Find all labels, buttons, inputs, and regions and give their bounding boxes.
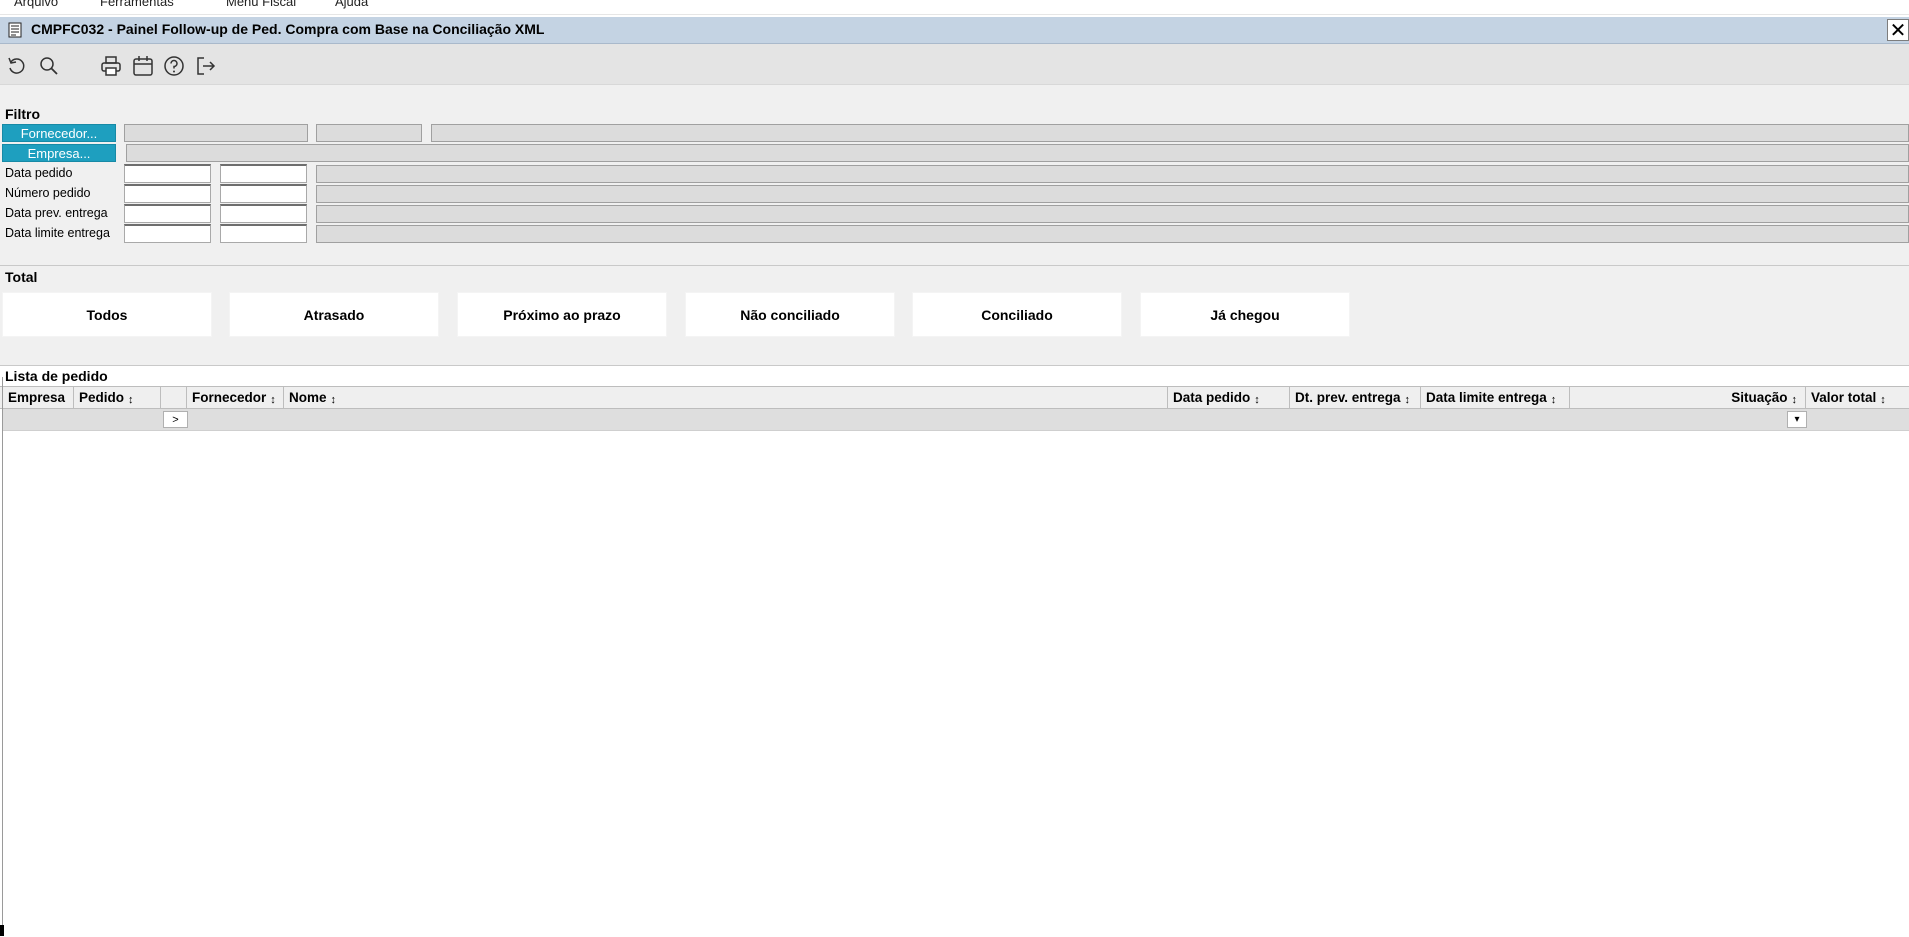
total-panel: Total Todos Atrasado Próximo ao prazo Nã… [0,265,1909,366]
close-button[interactable]: ✕ [1887,19,1909,42]
fornecedor-name-field [431,124,1909,142]
sort-icon[interactable]: ↕ [1254,394,1260,406]
sort-icon[interactable]: ↕ [270,394,276,406]
menu-bar: Arquivo Ferramentas Menu Fiscal Ajuda [0,0,1909,15]
col-data-pedido[interactable]: Data pedido ↕ [1168,387,1290,408]
row-cursor-icon[interactable]: > [163,411,188,428]
data-prev-entrega-from-input[interactable] [124,204,211,223]
total-card-ja-chegou[interactable]: Já chegou [1140,292,1350,337]
total-card-todos[interactable]: Todos [2,292,212,337]
menu-arquivo[interactable]: Arquivo [14,0,58,9]
refresh-icon[interactable] [6,55,28,77]
data-pedido-label: Data pedido [5,166,73,180]
total-card-proximo-prazo[interactable]: Próximo ao prazo [457,292,667,337]
table-row[interactable]: > ▾ [3,409,1909,431]
sort-icon[interactable]: ↕ [1792,394,1798,406]
sort-icon[interactable]: ↕ [1551,394,1557,406]
col-dt-prev-entrega[interactable]: Dt. prev. entrega ↕ [1290,387,1421,408]
numero-pedido-from-input[interactable] [124,184,211,203]
menu-ferramentas[interactable]: Ferramentas [100,0,174,9]
empresa-field [126,144,1909,162]
fornecedor-doc-field [316,124,422,142]
fornecedor-button-label: Fornecedor... [20,126,98,141]
total-card-conciliado[interactable]: Conciliado [912,292,1122,337]
left-border [2,377,3,936]
data-limite-entrega-label: Data limite entrega [5,226,110,240]
col-blank[interactable] [161,387,187,408]
corner-marker [0,925,4,936]
data-pedido-to-input[interactable] [220,164,307,183]
fornecedor-code-field [124,124,308,142]
total-card-atrasado[interactable]: Atrasado [229,292,439,337]
sort-icon[interactable]: ↕ [331,394,337,406]
calendar-icon[interactable] [132,55,154,77]
data-prev-entrega-to-input[interactable] [220,204,307,223]
close-icon: ✕ [1889,20,1907,42]
sort-icon[interactable]: ↕ [1880,394,1886,406]
menu-ajuda[interactable]: Ajuda [335,0,368,9]
col-pedido[interactable]: Pedido ↕ [74,387,161,408]
search-icon[interactable] [38,55,60,77]
exit-icon[interactable] [195,55,217,77]
col-data-limite-entrega[interactable]: Data limite entrega ↕ [1421,387,1570,408]
document-icon [8,22,22,38]
data-limite-entrega-to-input[interactable] [220,224,307,243]
sort-icon[interactable]: ↕ [128,394,134,406]
col-fornecedor[interactable]: Fornecedor ↕ [187,387,284,408]
col-nome[interactable]: Nome ↕ [284,387,1168,408]
printer-icon[interactable] [100,55,122,77]
order-list-panel: Lista de pedido Empresa Pedido ↕ Forneced… [0,365,1909,937]
col-empresa[interactable]: Empresa [3,387,74,408]
window-title: CMPFC032 - Painel Follow-up de Ped. Comp… [31,21,545,37]
filter-panel: Filtro Fornecedor... Empresa... Data ped… [0,84,1909,267]
menu-fiscal[interactable]: Menu Fiscal [226,0,296,9]
col-situacao[interactable]: Situação ↕ [1570,387,1806,408]
col-valor-total[interactable]: Valor total ↕ [1806,387,1909,408]
list-title: Lista de pedido [5,368,108,384]
help-icon[interactable] [163,55,185,77]
data-prev-entrega-label: Data prev. entrega [5,206,108,220]
data-limite-entrega-from-input[interactable] [124,224,211,243]
total-title: Total [5,269,38,285]
filter-title: Filtro [5,106,40,122]
numero-pedido-extra-field [316,185,1909,203]
data-pedido-extra-field [316,165,1909,183]
data-pedido-from-input[interactable] [124,164,211,183]
chevron-down-icon[interactable]: ▾ [1787,411,1807,428]
total-card-nao-conciliado[interactable]: Não conciliado [685,292,895,337]
numero-pedido-label: Número pedido [5,186,91,200]
window-titlebar: CMPFC032 - Painel Follow-up de Ped. Comp… [0,17,1909,44]
empresa-button[interactable]: Empresa... [2,144,116,162]
sort-icon[interactable]: ↕ [1405,394,1411,406]
empresa-button-label: Empresa... [27,146,91,161]
data-limite-entrega-extra-field [316,225,1909,243]
data-prev-entrega-extra-field [316,205,1909,223]
numero-pedido-to-input[interactable] [220,184,307,203]
toolbar [0,44,1909,84]
fornecedor-button[interactable]: Fornecedor... [2,124,116,142]
grid-header: Empresa Pedido ↕ Fornecedor ↕ Nome ↕ Data p… [0,386,1909,409]
